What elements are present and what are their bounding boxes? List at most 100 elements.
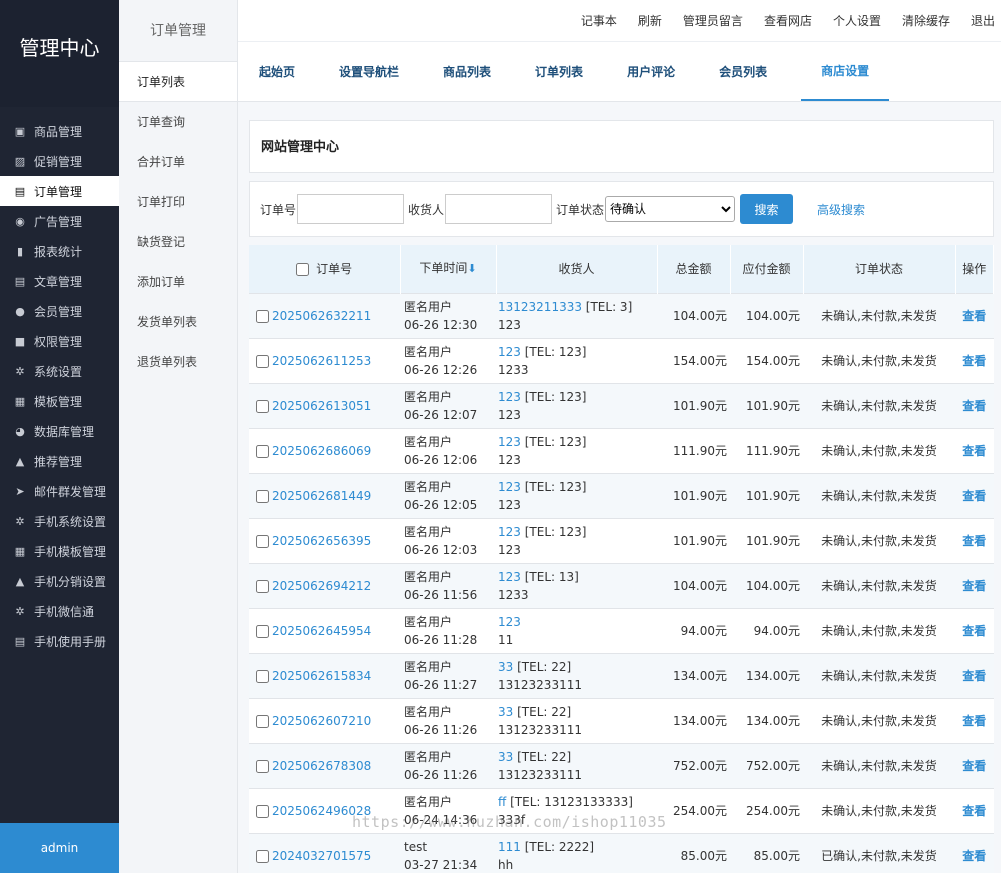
header-order-time[interactable]: 下单时间⬇ <box>400 245 497 293</box>
consignee-input[interactable] <box>445 194 553 224</box>
sidebar-item[interactable]: ▤ 手机使用手册 <box>0 626 119 656</box>
view-link[interactable]: 查看 <box>962 759 986 773</box>
row-checkbox[interactable] <box>256 759 269 773</box>
row-checkbox[interactable] <box>256 354 269 368</box>
consignee-link[interactable]: 13123211333 <box>498 300 582 314</box>
search-button[interactable]: 搜索 <box>740 194 794 224</box>
subnav-item[interactable]: 订单列表 <box>119 62 237 102</box>
current-user[interactable]: admin <box>0 823 119 873</box>
tab-item[interactable]: 设置导航栏 <box>329 42 409 101</box>
sidebar-item[interactable]: ▨ 促销管理 <box>0 146 119 176</box>
row-checkbox[interactable] <box>256 624 269 638</box>
sidebar-item[interactable]: ▲ 手机分销设置 <box>0 566 119 596</box>
order-id-link[interactable]: 2025062496028 <box>272 804 371 818</box>
view-link[interactable]: 查看 <box>962 804 986 818</box>
subnav-item[interactable]: 添加订单 <box>119 262 237 302</box>
subnav-item[interactable]: 发货单列表 <box>119 302 237 342</box>
order-id-link[interactable]: 2025062656395 <box>272 534 371 548</box>
tab-item[interactable]: 订单列表 <box>525 42 593 101</box>
order-id-link[interactable]: 2025062607210 <box>272 714 371 728</box>
subnav-item[interactable]: 订单打印 <box>119 182 237 222</box>
row-checkbox[interactable] <box>256 399 269 413</box>
order-id-link[interactable]: 2025062611253 <box>272 354 371 368</box>
view-link[interactable]: 查看 <box>962 444 986 458</box>
topbar-link[interactable]: 清除缓存 <box>902 12 950 29</box>
view-link[interactable]: 查看 <box>962 399 986 413</box>
row-checkbox[interactable] <box>256 714 269 728</box>
topbar-link[interactable]: 退出 <box>971 12 995 29</box>
consignee-link[interactable]: 33 <box>498 705 513 719</box>
tab-item[interactable]: 用户评论 <box>617 42 685 101</box>
select-all-checkbox[interactable] <box>296 263 310 277</box>
sidebar-item[interactable]: ▦ 模板管理 <box>0 386 119 416</box>
order-id-link[interactable]: 2025062694212 <box>272 579 371 593</box>
view-link[interactable]: 查看 <box>962 489 986 503</box>
tab-item[interactable]: 商品列表 <box>433 42 501 101</box>
row-checkbox[interactable] <box>256 579 269 593</box>
sidebar-item[interactable]: ▤ 文章管理 <box>0 266 119 296</box>
consignee-link[interactable]: 123 <box>498 525 521 539</box>
sidebar-item[interactable]: ✲ 手机微信通 <box>0 596 119 626</box>
consignee-link[interactable]: 123 <box>498 615 521 629</box>
sidebar-item[interactable]: ▲ 推荐管理 <box>0 446 119 476</box>
tab-item[interactable]: 商店设置 <box>801 42 890 101</box>
consignee-link[interactable]: 123 <box>498 570 521 584</box>
advanced-search-link[interactable]: 高级搜索 <box>817 201 865 218</box>
order-status-select[interactable]: 待确认 <box>605 196 736 222</box>
view-link[interactable]: 查看 <box>962 309 986 323</box>
order-id-link[interactable]: 2025062678308 <box>272 759 371 773</box>
sidebar-item[interactable]: ✲ 手机系统设置 <box>0 506 119 536</box>
consignee-link[interactable]: 123 <box>498 345 521 359</box>
topbar-link[interactable]: 个人设置 <box>833 12 881 29</box>
subnav-item[interactable]: 缺货登记 <box>119 222 237 262</box>
sidebar-item[interactable]: ▤ 订单管理 <box>0 176 119 206</box>
row-checkbox[interactable] <box>256 489 269 503</box>
sidebar-item[interactable]: ➤ 邮件群发管理 <box>0 476 119 506</box>
consignee-link[interactable]: 123 <box>498 435 521 449</box>
row-checkbox[interactable] <box>256 669 269 683</box>
topbar-link[interactable]: 查看网店 <box>764 12 812 29</box>
topbar-link[interactable]: 记事本 <box>581 12 617 29</box>
sidebar-item[interactable]: ◕ 数据库管理 <box>0 416 119 446</box>
row-checkbox[interactable] <box>256 534 269 548</box>
subnav-item[interactable]: 订单查询 <box>119 102 237 142</box>
order-id-link[interactable]: 2025062686069 <box>272 444 371 458</box>
order-no-input[interactable] <box>297 194 405 224</box>
sidebar-item[interactable]: ▮ 报表统计 <box>0 236 119 266</box>
view-link[interactable]: 查看 <box>962 624 986 638</box>
subnav-item[interactable]: 退货单列表 <box>119 342 237 382</box>
sidebar-item[interactable]: ✲ 系统设置 <box>0 356 119 386</box>
table-row: 2025062632211 匿名用户 06-26 12:30 13123211333 … <box>249 292 994 338</box>
row-checkbox[interactable] <box>256 444 269 458</box>
view-link[interactable]: 查看 <box>962 669 986 683</box>
view-link[interactable]: 查看 <box>962 579 986 593</box>
order-id-link[interactable]: 2025062632211 <box>272 309 371 323</box>
topbar-link[interactable]: 刷新 <box>638 12 662 29</box>
order-id-link[interactable]: 2025062645954 <box>272 624 371 638</box>
view-link[interactable]: 查看 <box>962 534 986 548</box>
order-id-link[interactable]: 2024032701575 <box>272 849 371 863</box>
row-checkbox[interactable] <box>256 804 269 818</box>
consignee-link[interactable]: 123 <box>498 480 521 494</box>
sidebar-item[interactable]: ■ 权限管理 <box>0 326 119 356</box>
view-link[interactable]: 查看 <box>962 714 986 728</box>
view-link[interactable]: 查看 <box>962 354 986 368</box>
sidebar-item[interactable]: ▣ 商品管理 <box>0 116 119 146</box>
order-id-link[interactable]: 2025062681449 <box>272 489 371 503</box>
topbar-link[interactable]: 管理员留言 <box>683 12 743 29</box>
sidebar-item[interactable]: ● 会员管理 <box>0 296 119 326</box>
sidebar-item[interactable]: ◉ 广告管理 <box>0 206 119 236</box>
consignee-link[interactable]: 33 <box>498 660 513 674</box>
tab-item[interactable]: 起始页 <box>249 42 305 101</box>
consignee-link[interactable]: 33 <box>498 750 513 764</box>
order-id-link[interactable]: 2025062615834 <box>272 669 371 683</box>
row-checkbox[interactable] <box>256 849 269 863</box>
consignee-link[interactable]: 111 <box>498 840 521 854</box>
order-id-link[interactable]: 2025062613051 <box>272 399 371 413</box>
sidebar-item[interactable]: ▦ 手机模板管理 <box>0 536 119 566</box>
consignee-link[interactable]: 123 <box>498 390 521 404</box>
row-checkbox[interactable] <box>256 309 269 323</box>
tab-item[interactable]: 会员列表 <box>709 42 777 101</box>
view-link[interactable]: 查看 <box>962 849 986 863</box>
subnav-item[interactable]: 合并订单 <box>119 142 237 182</box>
